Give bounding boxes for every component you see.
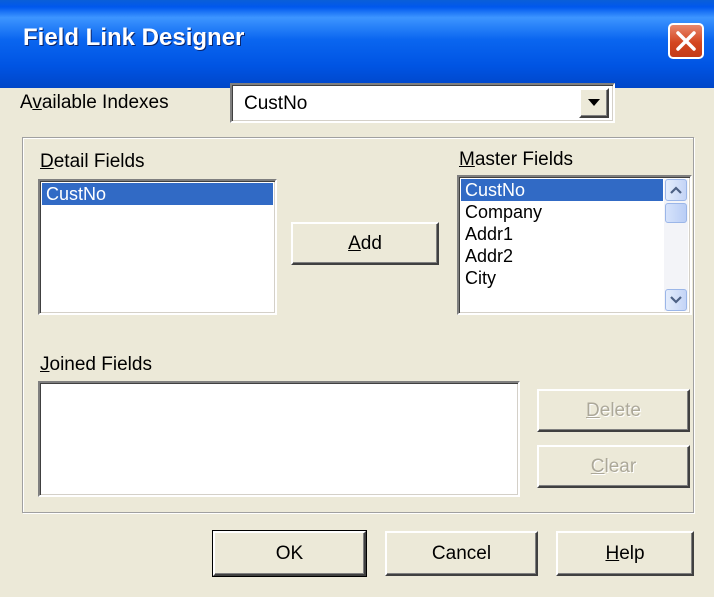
scroll-down-button[interactable] bbox=[665, 289, 687, 311]
master-fields-list[interactable]: CustNo Company Addr1 Addr2 City bbox=[457, 175, 692, 315]
help-button[interactable]: Help bbox=[556, 531, 694, 576]
detail-fields-label: Detail Fields bbox=[40, 151, 145, 172]
list-item[interactable]: City bbox=[461, 267, 663, 289]
scroll-up-button[interactable] bbox=[665, 179, 687, 201]
detail-fields-list[interactable]: CustNo bbox=[38, 179, 277, 315]
list-item[interactable]: CustNo bbox=[42, 183, 273, 205]
window-title: Field Link Designer bbox=[23, 24, 245, 51]
scroll-thumb[interactable] bbox=[665, 203, 687, 223]
list-item[interactable]: Addr2 bbox=[461, 245, 663, 267]
available-indexes-value: CustNo bbox=[244, 93, 308, 114]
chevron-down-icon bbox=[670, 296, 682, 304]
chevron-down-icon bbox=[588, 99, 600, 106]
available-indexes-label: Available Indexes bbox=[20, 92, 169, 113]
chevron-up-icon bbox=[670, 186, 682, 194]
title-bar[interactable]: Field Link Designer bbox=[0, 0, 714, 88]
list-item[interactable]: Addr1 bbox=[461, 223, 663, 245]
list-item[interactable]: Company bbox=[461, 201, 663, 223]
dropdown-button[interactable] bbox=[579, 88, 609, 118]
clear-button[interactable]: Clear bbox=[537, 445, 690, 488]
list-item[interactable]: CustNo bbox=[461, 179, 663, 201]
delete-button[interactable]: Delete bbox=[537, 389, 690, 432]
master-fields-label: Master Fields bbox=[459, 149, 574, 170]
available-indexes-dropdown[interactable]: CustNo bbox=[230, 83, 615, 123]
joined-fields-list[interactable] bbox=[38, 381, 520, 497]
ok-button[interactable]: OK bbox=[212, 530, 367, 577]
close-button[interactable] bbox=[668, 23, 704, 59]
cancel-button[interactable]: Cancel bbox=[385, 531, 538, 576]
close-icon bbox=[676, 31, 696, 51]
vertical-scrollbar[interactable] bbox=[664, 179, 688, 311]
joined-fields-label: Joined Fields bbox=[40, 354, 152, 375]
add-button[interactable]: Add bbox=[291, 222, 439, 265]
